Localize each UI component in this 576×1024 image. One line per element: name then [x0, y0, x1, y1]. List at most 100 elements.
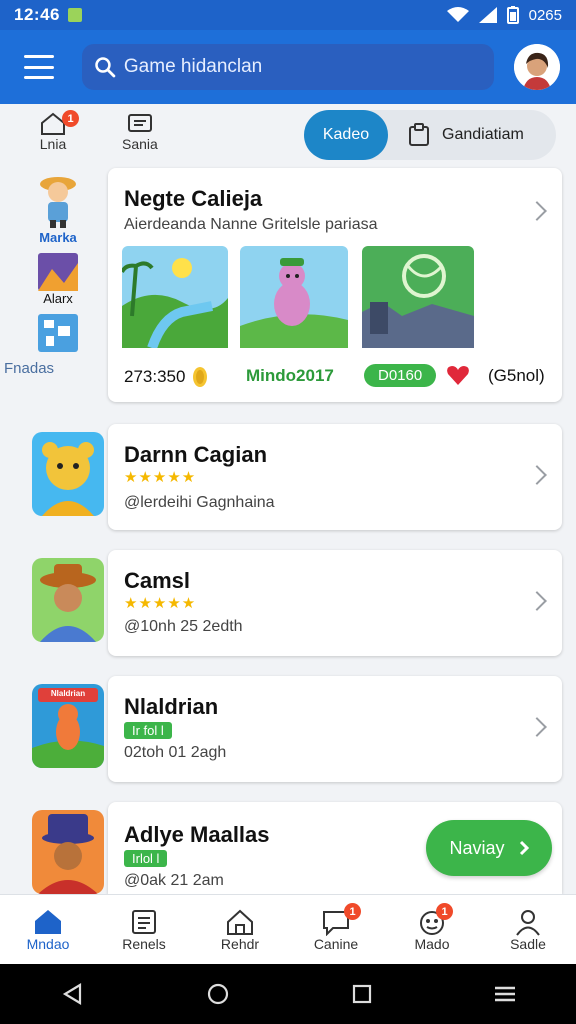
game-title: Darnn Cagian [124, 442, 268, 467]
bear-character-icon [32, 432, 104, 516]
featured-card[interactable]: Negte Calieja Aierdeanda Nanne Gritelsle… [108, 168, 562, 402]
status-badge: Irlol l [124, 850, 168, 867]
play-button-label: Naviay [449, 837, 505, 858]
sidebar-item-alarx[interactable]: Alarx [18, 253, 98, 306]
clipboard-icon [409, 123, 429, 146]
featured-pill[interactable]: D0160 [364, 364, 437, 387]
message-icon [127, 114, 152, 132]
search-icon [95, 57, 116, 78]
sidebar: Marka Alarx Fnadas [4, 170, 98, 377]
bottomnav-item-home[interactable]: Mndao [0, 895, 96, 964]
search-input[interactable] [123, 56, 482, 78]
bottomnav-item-chat[interactable]: Canine 1 [288, 895, 384, 964]
game-card[interactable]: Nlaldrian Ir fol l 02toh 01 2agh [108, 676, 562, 782]
bottomnav-label: Canine [313, 935, 359, 952]
featured-tag: Mindo2017 [246, 366, 334, 385]
list-icon [132, 909, 156, 934]
chevron-right-icon [519, 840, 529, 856]
avatar[interactable] [514, 44, 560, 90]
game-meta: @0ak 21 2am [124, 872, 224, 889]
game-card[interactable]: Darnn Cagian ★★★★★ @lerdeihi Gagnhaina [108, 424, 562, 530]
signal-icon [478, 7, 497, 23]
sidebar-section-label: Fnadas [4, 360, 55, 377]
game-icon-nlaldrian[interactable]: Nlaldrian [32, 684, 104, 768]
toggle-active-option[interactable]: Kadeo [304, 110, 388, 160]
bear-thumbnail[interactable] [240, 246, 348, 348]
house-icon [227, 909, 253, 935]
toggle-label: Gandiatiam [442, 126, 524, 143]
toggle-inactive-option[interactable]: Gandiatiam [408, 123, 524, 147]
topnav-label: Lnia [39, 136, 67, 152]
bottomnav-label: Sadle [510, 935, 546, 952]
game-meta: 02toh 01 2agh [124, 744, 227, 761]
wifi-icon [446, 7, 469, 22]
game-icon-adlye[interactable] [32, 810, 104, 894]
bottomnav-label: Mndao [26, 935, 70, 952]
system-nav-bar [0, 964, 576, 1024]
castle-thumbnail[interactable] [362, 246, 474, 348]
featured-title: Negte Calieja [124, 186, 263, 211]
topnav-item-messages[interactable]: Sania [122, 112, 158, 152]
notification-badge: 1 [62, 110, 79, 127]
heart-icon[interactable] [446, 364, 470, 386]
status-badge: Ir fol l [124, 722, 172, 739]
sidebar-item-map[interactable] [18, 314, 98, 352]
game-title: Adlye Maallas [124, 822, 270, 847]
menu-lines-icon[interactable] [494, 985, 515, 1003]
recents-icon[interactable] [352, 984, 372, 1004]
sim-icon [67, 8, 82, 22]
rating-stars: ★★★★★ [124, 595, 197, 612]
menu-icon[interactable] [24, 55, 54, 79]
bottomnav-item-profile[interactable]: Sadle [480, 895, 576, 964]
bottomnav-label: Rehdr [220, 935, 260, 952]
home-circle-icon[interactable] [207, 983, 229, 1005]
game-meta: @lerdeihi Gagnhaina [124, 494, 275, 511]
bottomnav-item-games[interactable]: Mado 1 [384, 895, 480, 964]
score-value: 273:350 [124, 367, 186, 386]
play-button[interactable]: Naviay [426, 820, 552, 876]
topnav-label: Sania [122, 136, 158, 152]
bottomnav-item-list[interactable]: Renels [96, 895, 192, 964]
back-icon[interactable] [62, 983, 84, 1005]
status-time: 12:46 [14, 5, 60, 24]
hat-character-icon [32, 810, 104, 894]
status-icons: 0265 [446, 6, 562, 24]
home-icon [35, 909, 61, 934]
chevron-right-icon [527, 465, 547, 485]
map-icon [38, 314, 78, 352]
featured-count: (G5nol) [488, 366, 545, 385]
sidebar-item-marka[interactable]: Marka [18, 170, 98, 245]
game-card[interactable]: Adlye Maallas Irlol l @0ak 21 2am Naviay [108, 802, 562, 894]
user-avatar-icon [514, 44, 560, 90]
app-bar [0, 30, 576, 104]
battery-text: 0265 [528, 6, 562, 24]
chevron-right-icon [527, 201, 547, 221]
profile-icon [516, 909, 540, 936]
character-icon [40, 177, 76, 228]
game-thumbnail-icon [38, 253, 78, 291]
coin-icon [193, 367, 208, 387]
bottomnav-label: Renels [122, 935, 166, 952]
featured-subtitle: Aierdeanda Nanne Gritelsle pariasa [124, 216, 378, 233]
game-icon-darnn[interactable] [32, 432, 104, 516]
jungle-river-thumbnail[interactable] [122, 246, 228, 348]
view-toggle: Kadeo Gandiatiam [304, 110, 556, 160]
game-meta: @10nh 25 2edth [124, 618, 243, 635]
game-title: Camsl [124, 568, 191, 593]
sidebar-label: Alarx [43, 291, 73, 306]
bottomnav-item-shop[interactable]: Rehdr [192, 895, 288, 964]
icon-label: Nlaldrian [50, 689, 86, 698]
sidebar-label: Marka [39, 230, 77, 245]
game-icon-camsl[interactable] [32, 558, 104, 642]
game-title: Nlaldrian [124, 694, 219, 719]
chevron-right-icon [527, 591, 547, 611]
bottom-nav: Mndao Renels Rehdr Canine 1 Mado 1 Sadle [0, 894, 576, 964]
rating-stars: ★★★★★ [124, 469, 197, 486]
bottomnav-label: Mado [414, 935, 450, 952]
search-bar[interactable] [82, 44, 494, 90]
notification-badge: 1 [436, 903, 453, 920]
topnav-item-home[interactable]: Lnia 1 [38, 110, 79, 152]
featured-score: 273:350 [124, 366, 209, 388]
game-card[interactable]: Camsl ★★★★★ @10nh 25 2edth [108, 550, 562, 656]
status-bar: 12:46 0265 [0, 0, 576, 30]
